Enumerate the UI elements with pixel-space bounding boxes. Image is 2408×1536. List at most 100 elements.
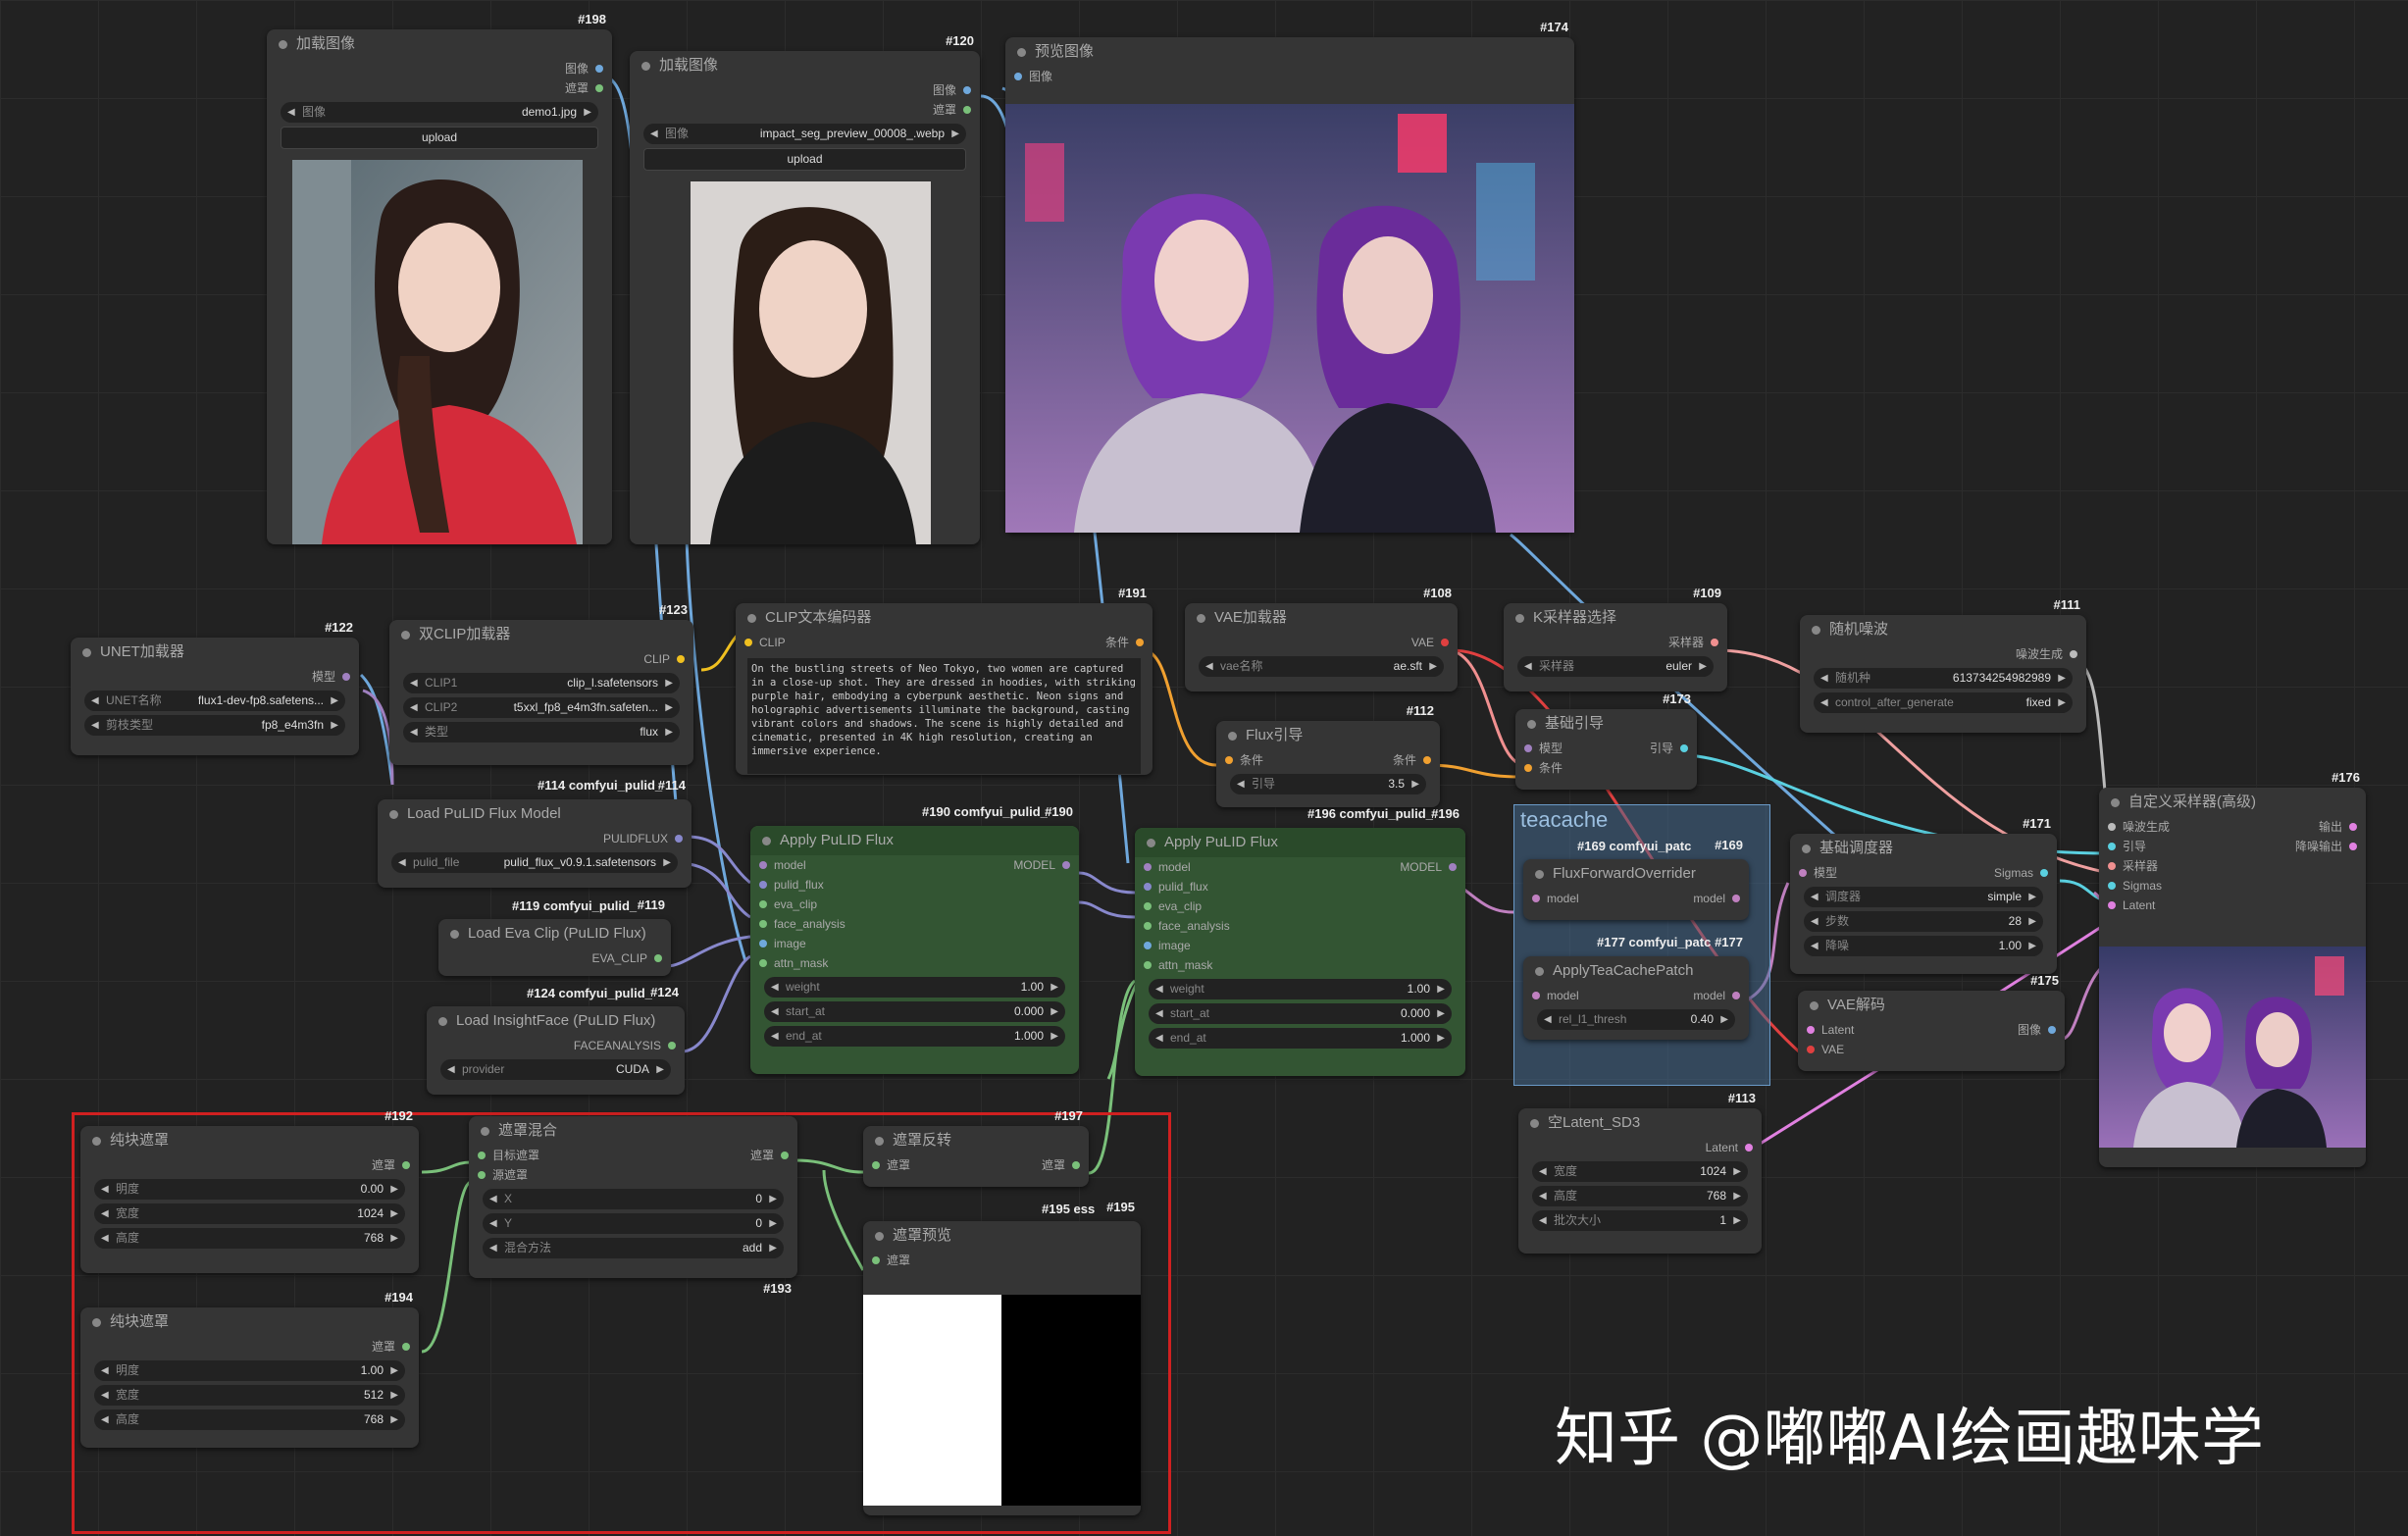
- output-image[interactable]: 图像: [267, 59, 612, 78]
- input-guider[interactable]: 引导 降噪输出: [2099, 837, 2366, 856]
- vae-loader-node-108[interactable]: #108 VAE加载器 VAE vae名称 ae.sft: [1185, 586, 1458, 691]
- height-input[interactable]: 高度 768: [94, 1228, 405, 1249]
- width-input[interactable]: 宽度 1024: [94, 1203, 405, 1224]
- output-noise[interactable]: 噪波生成: [1800, 644, 2086, 664]
- unet-loader-node-122[interactable]: #122 UNET加载器 模型 UNET名称 flux1-dev-fp8.safe…: [71, 620, 359, 755]
- end-at-input[interactable]: end_at 1.000: [1149, 1028, 1452, 1049]
- output-model[interactable]: model: [1693, 986, 1749, 1005]
- weight-input[interactable]: weight 1.00: [764, 977, 1065, 998]
- ksampler-select-node-109[interactable]: #109 K采样器选择 采样器 采样器 euler: [1504, 586, 1727, 691]
- output-pulidflux[interactable]: PULIDFLUX: [378, 829, 692, 848]
- sampler-select[interactable]: 采样器 euler: [1517, 656, 1714, 677]
- output-image[interactable]: 图像: [630, 80, 980, 100]
- start-at-input[interactable]: start_at 0.000: [1149, 1003, 1452, 1024]
- y-input[interactable]: Y0: [483, 1213, 784, 1234]
- input-sigmas[interactable]: Sigmas: [2099, 876, 2366, 896]
- input-vae[interactable]: VAE: [1798, 1040, 2065, 1059]
- unet-name-select[interactable]: UNET名称 flux1-dev-fp8.safetens...: [84, 691, 345, 711]
- x-input[interactable]: X0: [483, 1189, 784, 1209]
- input-mask[interactable]: 遮罩: [863, 1251, 1141, 1270]
- flux-guidance-node-112[interactable]: #112 Flux引导 条件条件 引导 3.5: [1216, 703, 1440, 807]
- input-model[interactable]: 模型 引导: [1515, 739, 1697, 758]
- clip2-select[interactable]: CLIP2 t5xxl_fp8_e4m3fn.safeten...: [403, 697, 680, 718]
- batch-size-input[interactable]: 批次大小 1: [1532, 1210, 1748, 1231]
- output-latent[interactable]: 输出: [2319, 817, 2366, 837]
- basic-guider-node-173[interactable]: #173 基础引导 模型 引导 条件: [1515, 691, 1697, 790]
- output-sigmas[interactable]: Sigmas: [1994, 863, 2057, 883]
- upload-button[interactable]: upload: [281, 127, 598, 149]
- prompt-textarea[interactable]: On the bustling streets of Neo Tokyo, tw…: [747, 658, 1141, 774]
- input-image[interactable]: image: [750, 934, 1079, 953]
- output-mask[interactable]: 遮罩: [80, 1337, 419, 1357]
- output-model[interactable]: model: [1693, 889, 1749, 908]
- mask-composite-node-193[interactable]: #193 遮罩混合 目标遮罩遮罩 源遮罩 X0 Y0 混合方法add: [469, 1116, 797, 1296]
- weight-input[interactable]: weight 1.00: [1149, 979, 1452, 999]
- image-select[interactable]: 图像 demo1.jpg: [281, 102, 598, 123]
- sampler-custom-advanced-node-176[interactable]: #176 自定义采样器(高级) 噪波生成 输出 引导 降噪输出 采样器 Sigmas…: [2099, 770, 2366, 1167]
- input-model[interactable]: model: [750, 855, 1079, 875]
- input-image[interactable]: 图像: [1005, 67, 1574, 86]
- input-noise[interactable]: 噪波生成 输出: [2099, 817, 2366, 837]
- load-image-node-198[interactable]: #198 加载图像 图像 遮罩 图像 demo1.jpg upload: [267, 12, 612, 544]
- clip-text-encode-node-191[interactable]: #191 CLIP文本编码器 CLIP 条件 On the bustling s…: [736, 586, 1153, 775]
- input-attn-mask[interactable]: attn_mask: [1135, 955, 1465, 975]
- input-face-analysis[interactable]: face_analysis: [750, 914, 1079, 934]
- input-model[interactable]: model: [1135, 857, 1465, 877]
- output-mask[interactable]: 遮罩: [80, 1155, 419, 1175]
- output-mask[interactable]: 遮罩: [750, 1146, 797, 1165]
- width-input[interactable]: 宽度 1024: [1532, 1161, 1748, 1182]
- input-model[interactable]: 模型 Sigmas: [1790, 863, 2057, 883]
- input-sampler[interactable]: 采样器: [2099, 856, 2366, 876]
- output-conditioning[interactable]: 条件: [1393, 750, 1440, 770]
- end-at-input[interactable]: end_at 1.000: [764, 1026, 1065, 1047]
- preview-image-node-174[interactable]: #174 预览图像 图像: [1005, 20, 1574, 533]
- value-input[interactable]: 明度 0.00: [94, 1179, 405, 1200]
- input-conditioning[interactable]: 条件: [1515, 758, 1697, 778]
- weight-dtype-select[interactable]: 剪枝类型 fp8_e4m3fn: [84, 715, 345, 736]
- width-input[interactable]: 宽度 512: [94, 1385, 405, 1406]
- output-image[interactable]: 图像: [2018, 1020, 2065, 1040]
- output-conditioning[interactable]: 条件: [1105, 633, 1153, 652]
- input-latent[interactable]: Latent 图像: [1798, 1020, 2065, 1040]
- load-insightface-node-124[interactable]: #124 Load InsightFace (PuLID Flux) FACEA…: [427, 985, 685, 1095]
- output-mask[interactable]: 遮罩: [630, 100, 980, 120]
- random-noise-node-111[interactable]: #111 随机噪波 噪波生成 随机种 613734254982989 contro…: [1800, 597, 2086, 733]
- input-eva-clip[interactable]: eva_clip: [750, 895, 1079, 914]
- start-at-input[interactable]: start_at 0.000: [764, 1001, 1065, 1022]
- scheduler-select[interactable]: 调度器 simple: [1804, 887, 2043, 907]
- type-select[interactable]: 类型 flux: [403, 722, 680, 742]
- input-eva-clip[interactable]: eva_clip: [1135, 896, 1465, 916]
- input-attn-mask[interactable]: attn_mask: [750, 953, 1079, 973]
- output-vae[interactable]: VAE: [1185, 633, 1458, 652]
- steps-input[interactable]: 步数 28: [1804, 911, 2043, 932]
- input-model[interactable]: model model: [1523, 889, 1749, 908]
- load-pulid-flux-model-node-114[interactable]: #114 Load PuLID Flux Model PULIDFLUX pul…: [378, 778, 692, 888]
- load-eva-clip-node-119[interactable]: #119 Load Eva Clip (PuLID Flux) EVA_CLIP: [438, 897, 671, 976]
- output-eva-clip[interactable]: EVA_CLIP: [438, 948, 671, 968]
- flux-forward-overrider-node-169[interactable]: #169 FluxForwardOverrider model model: [1523, 838, 1749, 920]
- output-mask[interactable]: 遮罩: [1042, 1155, 1089, 1175]
- input-destination-mask[interactable]: 目标遮罩 遮罩: [469, 1146, 797, 1165]
- operation-select[interactable]: 混合方法 add: [483, 1238, 784, 1258]
- height-input[interactable]: 高度 768: [94, 1409, 405, 1430]
- input-image[interactable]: image: [1135, 936, 1465, 955]
- output-clip[interactable]: CLIP: [389, 649, 693, 669]
- input-latent[interactable]: Latent: [2099, 896, 2366, 915]
- height-input[interactable]: 高度 768: [1532, 1186, 1748, 1206]
- vae-name-select[interactable]: vae名称 ae.sft: [1199, 656, 1444, 677]
- output-sampler[interactable]: 采样器: [1504, 633, 1727, 652]
- dual-clip-loader-node-123[interactable]: #123 双CLIP加载器 CLIP CLIP1 clip_l.safetenso…: [389, 602, 693, 765]
- apply-teacache-patch-node-177[interactable]: #177 ApplyTeaCachePatch modelmodel rel_l…: [1523, 935, 1749, 1040]
- image-select[interactable]: 图像 impact_seg_preview_00008_.webp: [643, 124, 966, 144]
- basic-scheduler-node-171[interactable]: #171 基础调度器 模型Sigmas 调度器 simple 步数 28 降噪 1.0…: [1790, 816, 2057, 974]
- mask-preview-node-195[interactable]: #195 遮罩预览 遮罩: [863, 1200, 1141, 1515]
- apply-pulid-flux-node-196[interactable]: #196 Apply PuLID Flux MODEL model pulid_…: [1135, 806, 1465, 1076]
- output-denoised[interactable]: 降噪输出: [2295, 837, 2366, 856]
- input-clip[interactable]: CLIP: [736, 633, 1153, 652]
- input-face-analysis[interactable]: face_analysis: [1135, 916, 1465, 936]
- solid-mask-node-192[interactable]: #192 纯块遮罩 遮罩 明度 0.00 宽度 1024 高度 768: [80, 1108, 419, 1273]
- seed-input[interactable]: 随机种 613734254982989: [1814, 668, 2073, 689]
- value-input[interactable]: 明度 1.00: [94, 1360, 405, 1381]
- output-latent[interactable]: Latent: [1518, 1138, 1762, 1157]
- empty-latent-sd3-node-113[interactable]: #113 空Latent_SD3 Latent 宽度 1024 高度 768 批次大…: [1518, 1091, 1762, 1254]
